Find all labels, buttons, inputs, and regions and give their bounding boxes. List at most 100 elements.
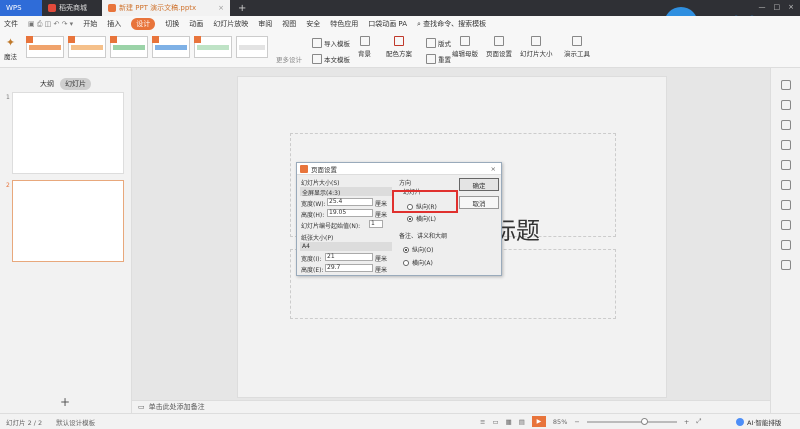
ribbon-toolbar: ✦ 魔法 更多设计 导入模板 本文模板 背景 配色方案 版式 重置 编辑母版 页… [0,32,800,68]
menu-review[interactable]: 审阅 [258,19,272,29]
zoom-in-icon[interactable]: + [684,418,689,426]
search-icon: ⌕ [417,20,421,28]
numbering-input[interactable]: 1 [369,220,383,228]
design-thumb-5[interactable] [194,36,232,58]
slide-size-button[interactable]: 幻灯片大小 [520,36,553,58]
transition-icon[interactable] [781,160,791,170]
ai-icon [736,417,744,426]
height-input[interactable]: 19.05 [327,209,373,217]
backup-icon[interactable] [781,220,791,230]
menu-start[interactable]: 开始 [83,19,97,29]
menu-insert[interactable]: 插入 [107,19,121,29]
add-slide-button[interactable]: + [60,395,70,409]
tab-document[interactable]: 新建 PPT 演示文稿.pptx × [102,0,230,16]
design-thumb-6[interactable] [236,36,268,58]
new-tab-icon[interactable]: + [238,3,246,14]
presenter-tools-button[interactable]: 演示工具 [564,36,590,58]
tab-store[interactable]: 稻壳商城 [42,0,102,16]
design-thumb-4[interactable] [152,36,190,58]
import-template-button[interactable]: 导入模板 [312,38,350,48]
vip-badge [194,36,201,43]
template-icon [312,54,322,64]
animation-icon[interactable] [781,140,791,150]
ppt-icon [108,4,116,12]
slide-size-icon [531,36,542,46]
vip-badge [152,36,159,43]
store-icon [48,4,56,12]
design-thumb-2[interactable] [68,36,106,58]
command-search[interactable]: ⌕ 查找命令、搜索模板 [417,19,486,29]
width-label: 宽度(W): [301,201,326,208]
edit-master-button[interactable]: 编辑母版 [452,36,478,58]
menu-view[interactable]: 视图 [282,19,296,29]
slide-thumbnail-2[interactable] [12,180,124,262]
text-template-button[interactable]: 本文模板 [312,54,350,64]
notes-portrait-radio[interactable]: 纵向(O) [403,245,433,254]
paper-width-label: 宽度(I): [301,256,322,263]
tab-wps[interactable]: WPS [0,0,42,16]
reading-view-icon[interactable]: ▤ [519,418,525,426]
paper-height-input[interactable]: 29.7 [325,264,373,272]
more-design-button[interactable]: 更多设计 [276,54,302,64]
dialog-title-bar[interactable]: 页面设置 × [297,163,501,175]
tab-outline[interactable]: 大纲 [40,79,54,89]
paper-height-unit: 厘米 [375,267,388,274]
notes-landscape-radio[interactable]: 横向(A) [403,258,433,267]
layout-button[interactable]: 版式 [426,38,451,48]
highlight-box [392,190,458,213]
notes-icon: ▭ [138,403,145,411]
background-button[interactable]: 背景 [358,36,371,58]
close-tab-icon[interactable]: × [218,4,224,12]
page-setup-button[interactable]: 页面设置 [486,36,512,58]
paper-width-input[interactable]: 21 [325,253,373,261]
color-scheme-button[interactable]: 配色方案 [386,36,412,58]
dialog-title: 页面设置 [311,165,337,174]
tab-slides[interactable]: 幻灯片 [60,78,91,90]
notes-toggle-icon[interactable]: ≡ [480,418,485,426]
slide-thumbnail-1[interactable] [12,92,124,174]
slide-size-label: 幻灯片大小(S) [301,180,340,187]
style-icon[interactable] [781,120,791,130]
menu-slideshow[interactable]: 幻灯片放映 [213,19,248,29]
zoom-slider-knob[interactable] [640,417,648,425]
shape-icon[interactable] [781,100,791,110]
notes-area[interactable]: ▭ 单击此处添加备注 [132,400,770,413]
menu-animation[interactable]: 动画 [189,19,203,29]
sorter-view-icon[interactable]: ▦ [506,418,512,426]
menu-transition[interactable]: 切换 [165,19,179,29]
menu-design[interactable]: 设计 [131,18,156,30]
magic-button[interactable]: ✦ 魔法 [4,36,17,61]
menu-features[interactable]: 特色应用 [330,19,358,29]
normal-view-icon[interactable]: ▭ [492,418,498,426]
select-icon[interactable] [781,80,791,90]
zoom-slider[interactable] [586,417,677,425]
translate-icon[interactable] [781,260,791,270]
slide-size-select[interactable]: 全屏显示(4:3) [300,187,392,197]
ai-layout-button[interactable]: AI·智能排版 [736,417,781,427]
paper-size-select[interactable]: A4 [300,242,392,251]
help-icon[interactable] [781,240,791,250]
menu-security[interactable]: 安全 [306,19,320,29]
reset-button[interactable]: 重置 [426,54,451,64]
menu-file[interactable]: 文件 [4,19,18,29]
slide-landscape-radio[interactable]: 横向(L) [407,214,436,223]
numbering-label: 幻灯片编号起始值(N): [301,223,361,230]
ok-button[interactable]: 确定 [459,178,499,191]
fit-icon[interactable]: ⤢ [696,417,701,426]
width-input[interactable]: 25.4 [327,198,373,206]
magic-wand-icon: ✦ [5,36,16,49]
cancel-button[interactable]: 取消 [459,196,499,209]
zoom-level[interactable]: 85% [553,418,567,426]
panel-tabs: 大纲 幻灯片 [40,78,91,90]
share-icon[interactable] [781,200,791,210]
layout-icon [426,38,436,48]
settings-icon[interactable] [781,180,791,190]
design-thumb-3[interactable] [110,36,148,58]
design-thumb-1[interactable] [26,36,64,58]
dialog-close-icon[interactable]: × [491,165,496,173]
zoom-out-icon[interactable]: − [574,418,579,426]
play-icon[interactable]: ▶ [531,416,546,427]
menu-pocket-animation[interactable]: 口袋动画 PA [368,19,407,29]
menu-icons[interactable]: ▣ ⎙ ◫ ↶ ↷ ▾ [28,20,73,29]
paper-height-label: 高度(E): [301,267,324,274]
